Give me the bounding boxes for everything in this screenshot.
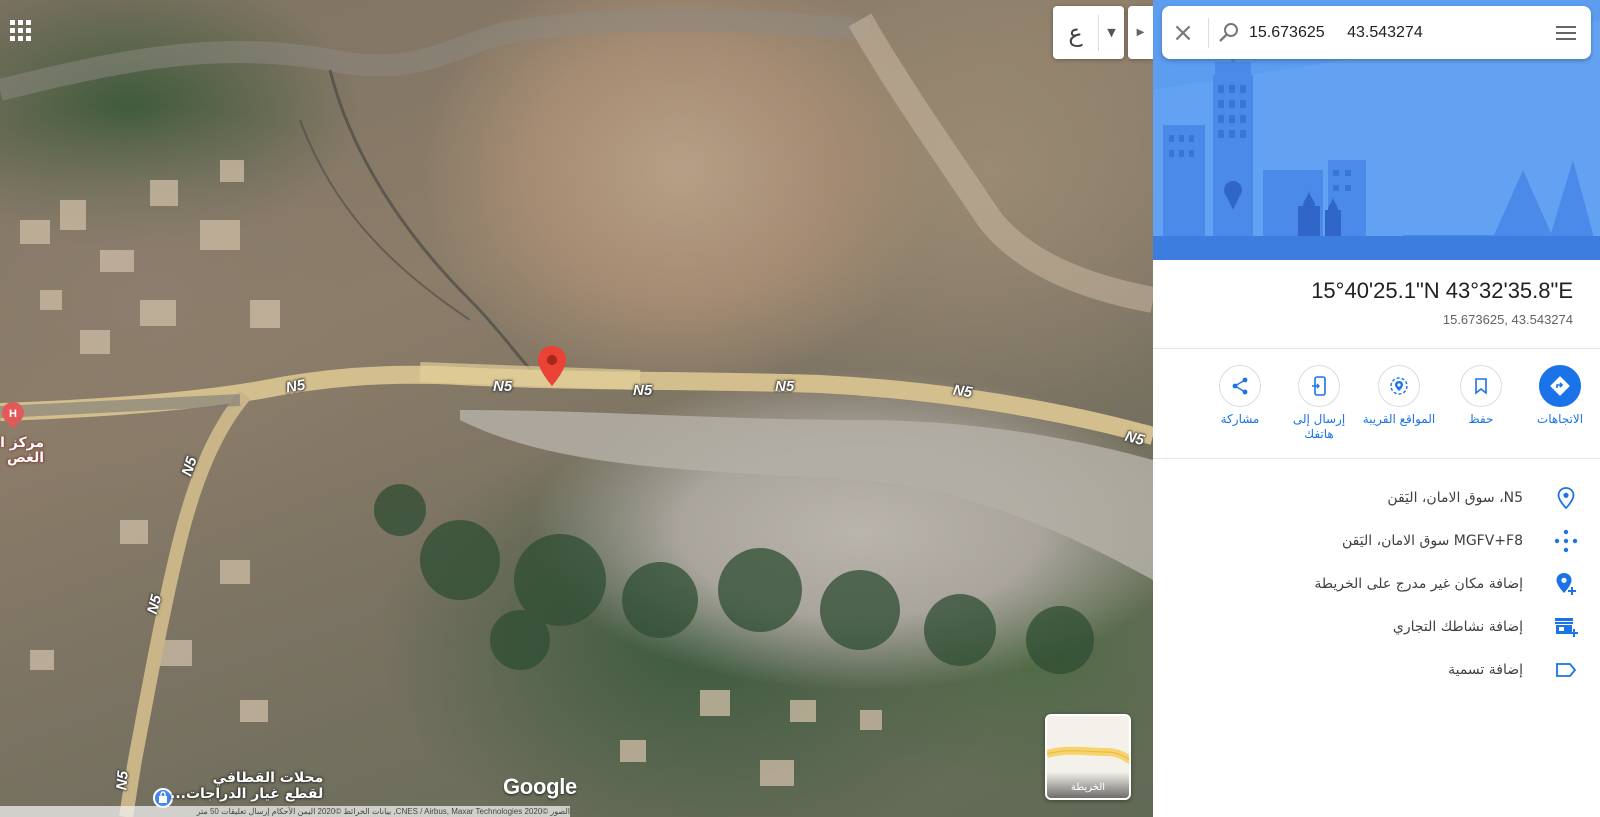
map-terrain xyxy=(0,9,1153,817)
add-business-row[interactable]: إضافة نشاطك التجاري xyxy=(1153,607,1600,647)
action-bar: الاتجاهات حفظ المواقع القريبة إرسال إلى xyxy=(1153,360,1600,450)
menu-icon[interactable] xyxy=(1541,25,1591,40)
share-button[interactable]: مشاركة xyxy=(1202,365,1278,427)
hospital-label-line2: الغص xyxy=(6,450,44,466)
close-icon[interactable]: × xyxy=(1162,20,1204,46)
send-to-phone-label-line1: إرسال إلى xyxy=(1292,412,1346,426)
send-to-phone-button[interactable]: إرسال إلى هاتفك xyxy=(1281,365,1357,442)
road-label: N5 xyxy=(493,378,513,395)
svg-text:H: H xyxy=(9,408,17,420)
directions-label: الاتجاهات xyxy=(1536,412,1584,426)
add-business-icon xyxy=(1554,615,1578,639)
road-label: N5 xyxy=(113,770,132,791)
search-box[interactable]: × xyxy=(1162,6,1591,59)
road-label: N5 xyxy=(775,378,795,395)
bookmark-icon xyxy=(1460,365,1502,407)
search-input[interactable] xyxy=(1249,23,1541,42)
shop-label-line2: لقطع غيار الدراجات... xyxy=(170,786,324,802)
shop-label[interactable]: محلات القطافي لقطع غيار الدراجات... xyxy=(170,770,323,802)
save-label: حفظ xyxy=(1468,412,1494,426)
caret-down-icon[interactable]: ▼ xyxy=(1099,26,1124,39)
place-panel: 15°40'25.1"N 43°32'35.8"E 15.673625, 43.… xyxy=(1153,0,1600,817)
phone-icon xyxy=(1298,365,1340,407)
caret-right-icon: ▶ xyxy=(1136,27,1145,38)
nearby-icon xyxy=(1378,365,1420,407)
address-text: N5، سوق الامان، اليَقن xyxy=(1387,490,1523,506)
place-coordinates[interactable]: 15.673625, 43.543274 xyxy=(1443,312,1573,327)
apps-grid-icon[interactable] xyxy=(8,18,32,42)
road-label: N5 xyxy=(633,382,653,399)
input-language-label: ع xyxy=(1068,18,1083,47)
search-icon[interactable] xyxy=(1217,21,1241,45)
share-icon xyxy=(1219,365,1261,407)
divider xyxy=(1153,458,1600,459)
send-to-phone-label-line2: هاتفك xyxy=(1304,427,1334,441)
share-label: مشاركة xyxy=(1220,412,1260,426)
google-logo: Google xyxy=(503,774,577,799)
nearby-label: المواقع القريبة xyxy=(1362,412,1436,426)
directions-button[interactable]: الاتجاهات xyxy=(1522,365,1598,427)
satellite-map[interactable]: N5 N5 N5 N5 N5 N5 N5 N5 N5 H مركز ا الغص… xyxy=(0,0,1153,817)
road-label: N5 xyxy=(284,376,307,397)
nearby-button[interactable]: المواقع القريبة xyxy=(1358,365,1440,427)
directions-icon xyxy=(1539,365,1581,407)
address-row[interactable]: N5، سوق الامان، اليَقن xyxy=(1153,478,1600,518)
hospital-label-line1: مركز ا xyxy=(0,435,44,451)
plus-code-icon xyxy=(1554,529,1578,553)
location-pin-icon[interactable] xyxy=(538,346,566,386)
add-missing-place-row[interactable]: إضافة مكان غير مدرج على الخريطة xyxy=(1153,564,1600,604)
label-icon xyxy=(1554,658,1578,682)
hospital-icon[interactable]: H xyxy=(2,402,24,428)
add-location-icon xyxy=(1554,572,1578,596)
add-label-text: إضافة تسمية xyxy=(1448,662,1523,678)
map-attribution[interactable]: الصور ©2020 CNES / Airbus, Maxar Technol… xyxy=(0,806,570,817)
location-pin-icon xyxy=(1554,486,1578,510)
add-missing-place-text: إضافة مكان غير مدرج على الخريطة xyxy=(1314,576,1523,592)
plus-code-text: MGFV+F8 سوق الامان، اليَقن xyxy=(1342,533,1523,549)
map-layer-toggle[interactable]: الخريطة xyxy=(1045,714,1131,800)
place-title: 15°40'25.1"N 43°32'35.8"E xyxy=(1311,278,1573,303)
hospital-label[interactable]: مركز ا الغص xyxy=(0,436,44,466)
plus-code-row[interactable]: MGFV+F8 سوق الامان، اليَقن xyxy=(1153,521,1600,561)
map-layer-label: الخريطة xyxy=(1047,772,1129,798)
save-button[interactable]: حفظ xyxy=(1443,365,1519,427)
collapse-panel-button[interactable]: ▶ xyxy=(1128,6,1153,59)
google-maps-window: N5 N5 N5 N5 N5 N5 N5 N5 N5 H مركز ا الغص… xyxy=(0,0,1600,817)
add-label-row[interactable]: إضافة تسمية xyxy=(1153,650,1600,690)
road-label: N5 xyxy=(951,381,974,402)
shop-label-line1: محلات القطافي xyxy=(212,770,324,786)
input-tools-button[interactable]: ع ▼ xyxy=(1053,6,1124,59)
divider xyxy=(1153,348,1600,349)
add-business-text: إضافة نشاطك التجاري xyxy=(1392,619,1523,635)
divider xyxy=(1208,17,1209,48)
